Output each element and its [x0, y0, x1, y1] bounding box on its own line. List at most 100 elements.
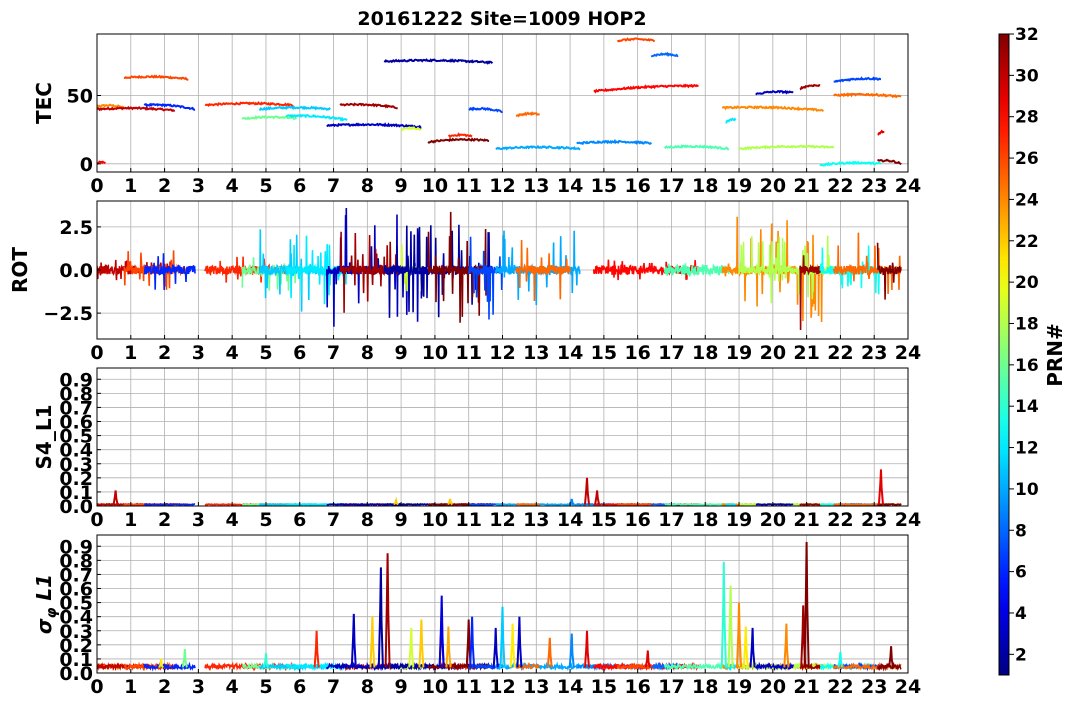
tec-series-prn-8	[650, 51, 679, 58]
x-tick-label: 12	[489, 676, 515, 698]
x-tick-label: 3	[192, 175, 205, 197]
tec-series-prn-9	[576, 138, 652, 146]
x-tick-label: 9	[395, 509, 408, 531]
spike-prn-14	[720, 561, 727, 668]
y-tick-label: 0.9	[59, 536, 93, 558]
panel-1: 0 1 2 3 4 5 6 7 8 9 10 11 12 13 14 15 16 17 18 19 20 21 22 23 24…	[32, 33, 921, 197]
x-tick-label: 17	[658, 175, 684, 197]
x-tick-label: 15	[591, 676, 617, 698]
y-axis-label: S4_L1	[32, 405, 56, 470]
baseline-trace-prn-6	[143, 502, 196, 506]
x-tick-label: 17	[658, 509, 684, 531]
tec-series-prn-12	[725, 117, 737, 124]
baseline-trace-prn-12	[725, 503, 737, 506]
x-tick-label: 8	[361, 676, 374, 698]
x-tick-label: 12	[489, 175, 515, 197]
x-tick-label: 7	[327, 175, 340, 197]
y-tick-label: 0.9	[59, 369, 93, 391]
x-tick-label: 3	[192, 342, 205, 364]
baseline-trace-prn-25	[515, 662, 541, 671]
colorbar-tick-label: 8	[1015, 521, 1027, 541]
x-tick-label: 16	[624, 509, 650, 531]
x-tick-label: 13	[523, 175, 549, 197]
x-tick-label: 6	[293, 175, 306, 197]
x-tick-label: 1	[124, 175, 137, 197]
spike-prn-29	[584, 630, 590, 668]
x-tick-label: 11	[455, 676, 481, 698]
x-tick-label: 14	[557, 676, 583, 698]
tec-series-prn-28	[593, 83, 699, 94]
baseline-trace-prn-3	[755, 502, 794, 506]
x-tick-label: 10	[422, 509, 448, 531]
x-tick-label: 9	[395, 175, 408, 197]
colorbar-gradient	[998, 33, 1010, 676]
x-tick-label: 10	[422, 175, 448, 197]
x-tick-label: 13	[523, 509, 549, 531]
tec-series-prn-26	[123, 74, 189, 81]
spike-prn-16	[181, 649, 188, 668]
colorbar-tick-label: 14	[1015, 397, 1039, 417]
colorbar-tick-label: 28	[1015, 108, 1039, 128]
x-tick-label: 22	[827, 676, 853, 698]
x-tick-label: 7	[327, 676, 340, 698]
spike-prn-18	[727, 585, 734, 668]
plot-area	[97, 37, 902, 167]
x-tick-label: 24	[895, 175, 921, 197]
x-tick-label: 18	[692, 676, 718, 698]
x-tick-label: 21	[793, 342, 819, 364]
x-tick-label: 11	[455, 175, 481, 197]
x-tick-label: 4	[226, 175, 239, 197]
tec-series-prn-27	[204, 101, 294, 108]
x-tick-label: 13	[523, 676, 549, 698]
x-tick-label: 9	[395, 342, 408, 364]
colorbar-tick-label: 30	[1015, 66, 1039, 86]
x-tick-label: 0	[90, 175, 103, 197]
x-tick-label: 3	[192, 676, 205, 698]
spike-prn-29	[877, 469, 884, 505]
tec-series-prn-25	[833, 92, 902, 99]
x-tick-label: 16	[624, 175, 650, 197]
x-tick-label: 23	[861, 676, 887, 698]
x-tick-label: 18	[692, 175, 718, 197]
tec-series-prn-32	[427, 137, 490, 144]
x-tick-label: 12	[489, 342, 515, 364]
x-tick-label: 10	[422, 342, 448, 364]
baseline-trace-prn-31	[799, 662, 821, 672]
spike-prn-6	[469, 616, 476, 668]
baseline-trace-prn-32	[877, 502, 902, 506]
colorbar-tick-label: 32	[1015, 25, 1039, 45]
colorbar-tick-label: 16	[1015, 356, 1039, 376]
x-tick-label: 4	[226, 342, 239, 364]
x-tick-label: 7	[327, 342, 340, 364]
x-tick-label: 2	[158, 175, 171, 197]
baseline-trace-prn-12	[724, 661, 737, 672]
tec-series-prn-3	[326, 122, 422, 129]
tec-series-prn-16	[241, 114, 298, 121]
colorbar-label: PRN#	[1043, 323, 1067, 387]
rot-series-prn-25	[515, 239, 571, 302]
tec-series-prn-29	[877, 129, 885, 136]
x-tick-label: 11	[455, 342, 481, 364]
colorbar-tick-label: 4	[1015, 604, 1027, 624]
colorbar-tick-label: 24	[1015, 190, 1039, 210]
x-tick-label: 14	[557, 342, 583, 364]
y-axis-label: ROT	[8, 247, 32, 293]
x-tick-label: 19	[726, 342, 752, 364]
x-tick-label: 1	[124, 342, 137, 364]
x-tick-label: 5	[259, 175, 272, 197]
x-tick-label: 17	[658, 676, 684, 698]
spike-prn-22	[418, 619, 425, 668]
x-tick-label: 22	[827, 509, 853, 531]
spike-prn-23	[445, 626, 452, 668]
x-tick-label: 1	[124, 676, 137, 698]
x-tick-label: 3	[192, 509, 205, 531]
spike-prn-21	[158, 658, 164, 669]
x-tick-label: 18	[692, 509, 718, 531]
x-tick-label: 20	[760, 175, 786, 197]
spike-prn-21	[509, 623, 516, 668]
x-tick-label: 8	[361, 342, 374, 364]
x-tick-label: 24	[895, 342, 921, 364]
spike-prn-22	[369, 616, 376, 668]
x-tick-label: 23	[861, 509, 887, 531]
spike-prn-32	[888, 646, 895, 668]
